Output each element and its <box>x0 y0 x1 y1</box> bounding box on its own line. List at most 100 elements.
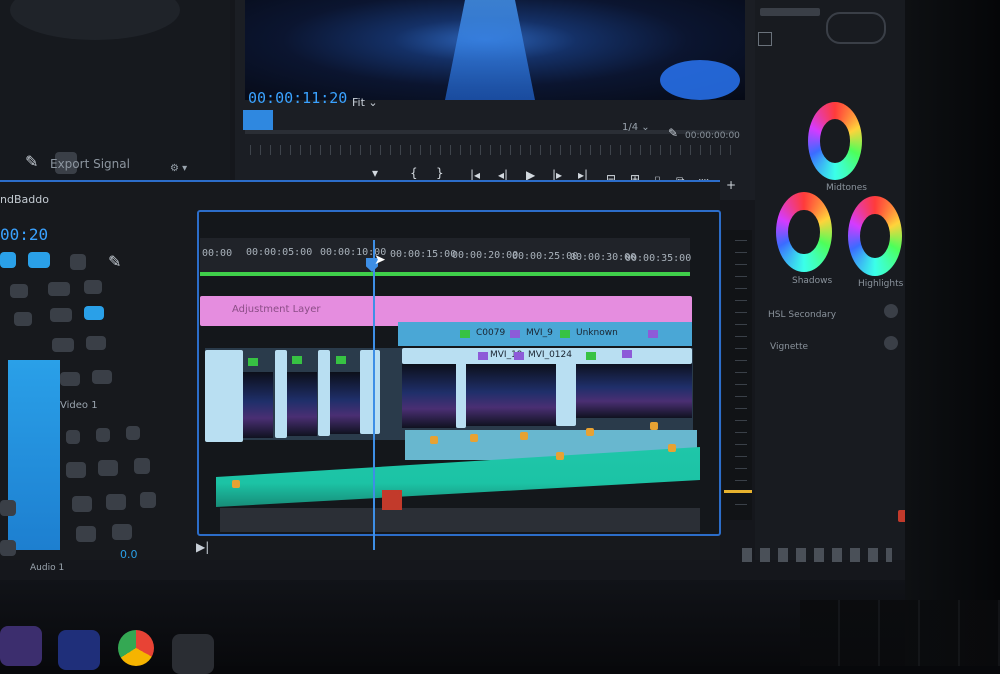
shadows-color-wheel[interactable] <box>776 192 832 272</box>
zoom-select[interactable]: Fit ⌄ <box>352 96 412 114</box>
voiceover-button[interactable] <box>134 458 150 474</box>
sequence-timecode[interactable]: 00:20 <box>0 225 48 244</box>
fx-badge <box>586 352 596 360</box>
program-timecode[interactable]: 00:00:11:20 <box>248 89 347 107</box>
voiceover-button[interactable] <box>126 426 140 440</box>
audio-keyframe[interactable] <box>650 422 658 430</box>
highlights-color-wheel[interactable] <box>848 196 902 276</box>
keyboard-keys <box>800 600 1000 666</box>
premiere-icon[interactable] <box>58 630 100 670</box>
ruler-tick: 00:00:25:00 <box>512 251 579 262</box>
track-toggle[interactable] <box>0 252 16 268</box>
reset-icon[interactable] <box>884 336 898 350</box>
fx-badge <box>478 352 488 360</box>
wrench-icon[interactable]: ✎ <box>108 252 121 271</box>
meter-scale <box>735 240 747 510</box>
track-toggle[interactable] <box>0 500 16 516</box>
mute-button[interactable] <box>72 496 92 512</box>
export-signal-label[interactable]: Export Signal <box>50 157 130 171</box>
voiceover-button[interactable] <box>140 492 156 508</box>
video-clip[interactable] <box>318 350 330 436</box>
solo-button[interactable] <box>96 428 110 442</box>
fx-badge <box>648 330 658 338</box>
clip-label: Adjustment Layer <box>232 304 321 315</box>
file-icon[interactable] <box>172 634 214 674</box>
track-sync[interactable] <box>48 282 70 296</box>
monitor-bezel-edge <box>905 0 1000 666</box>
track-eye[interactable] <box>84 306 104 320</box>
linked-selection-icon[interactable] <box>70 254 86 270</box>
mark-out-button[interactable]: } <box>436 166 444 180</box>
track-eye[interactable] <box>86 336 106 350</box>
audio-keyframe[interactable] <box>470 434 478 442</box>
midtones-color-wheel[interactable] <box>808 102 862 180</box>
mute-button[interactable] <box>66 462 86 478</box>
monitor-ruler <box>250 145 740 155</box>
solo-button[interactable] <box>106 494 126 510</box>
mute-button[interactable] <box>60 372 80 386</box>
ruler-tick: 00:00:15:00 <box>390 249 457 260</box>
fx-badge <box>510 330 520 338</box>
track-sync[interactable] <box>52 338 74 352</box>
solo-button[interactable] <box>98 460 118 476</box>
audio-keyframe[interactable] <box>586 428 594 436</box>
folder-icon[interactable] <box>0 626 42 666</box>
chevron-down-icon: ⌄ <box>641 122 650 133</box>
monitor-scrubber[interactable] <box>245 130 735 134</box>
solo-button[interactable] <box>92 370 112 384</box>
video-clip[interactable] <box>205 350 243 442</box>
enable-checkbox[interactable] <box>758 32 772 46</box>
marker-button[interactable]: ▾ <box>372 166 378 180</box>
clip-marker[interactable] <box>382 490 402 510</box>
mute-button[interactable] <box>76 526 96 542</box>
time-ruler[interactable]: 00:00 00:00:05:00 00:00:10:00 00:00:15:0… <box>200 238 692 272</box>
status-icons <box>742 548 892 562</box>
mark-in-button[interactable]: { <box>410 166 418 180</box>
zoom-select-value: Fit <box>352 96 365 109</box>
add-button[interactable]: + <box>726 178 736 192</box>
fx-badge <box>514 352 524 360</box>
playhead-line[interactable] <box>373 240 375 550</box>
audio-keyframe[interactable] <box>430 436 438 444</box>
ruler-tick: 00:00:05:00 <box>246 247 313 258</box>
resolution-select[interactable]: 1/4 ⌄ <box>622 122 650 133</box>
sequence-name[interactable]: ndBaddo <box>0 193 49 206</box>
track-sync[interactable] <box>50 308 72 322</box>
hsl-secondary-section[interactable]: HSL Secondary <box>768 310 836 320</box>
clip-thumbnail <box>576 362 692 418</box>
vignette-section[interactable]: Vignette <box>770 342 808 352</box>
snap-icon[interactable] <box>28 252 50 268</box>
ruler-tick: 00:00:35:00 <box>625 253 692 264</box>
reset-icon[interactable] <box>884 304 898 318</box>
wrench-icon[interactable]: ✎ <box>25 152 43 171</box>
audio-keyframe[interactable] <box>232 480 240 488</box>
toggle-switch[interactable] <box>826 12 886 44</box>
settings-icon[interactable]: ⚙ ▾ <box>170 163 187 174</box>
audio-keyframe[interactable] <box>520 432 528 440</box>
mute-button[interactable] <box>66 430 80 444</box>
audio-keyframe[interactable] <box>668 444 676 452</box>
a3-track <box>220 508 700 532</box>
audio-keyframe[interactable] <box>556 452 564 460</box>
panel-header <box>760 8 820 16</box>
ruler-tick: 00:00 <box>202 248 233 259</box>
panel-divider <box>0 180 720 182</box>
clip-thumbnail <box>243 372 273 438</box>
chrome-icon[interactable] <box>118 630 154 666</box>
track-eye[interactable] <box>84 280 102 294</box>
video-clip[interactable] <box>360 350 380 434</box>
highlights-label: Highlights <box>858 279 904 289</box>
program-duration: 00:00:00:00 <box>685 131 740 141</box>
monitor-scrub-handle[interactable] <box>243 110 273 130</box>
clip-name: C0079 <box>476 328 506 338</box>
solo-button[interactable] <box>112 524 132 540</box>
target-track-button[interactable] <box>8 360 60 550</box>
clip-thumbnail <box>402 364 456 428</box>
play-icon[interactable]: ▶| <box>196 540 209 554</box>
clip-name: Unknown <box>576 328 618 338</box>
wrench-icon[interactable]: ✎ <box>668 126 678 140</box>
track-toggle[interactable] <box>0 540 16 556</box>
video-clip[interactable] <box>275 350 287 438</box>
track-lock[interactable] <box>14 312 32 326</box>
track-lock[interactable] <box>10 284 28 298</box>
